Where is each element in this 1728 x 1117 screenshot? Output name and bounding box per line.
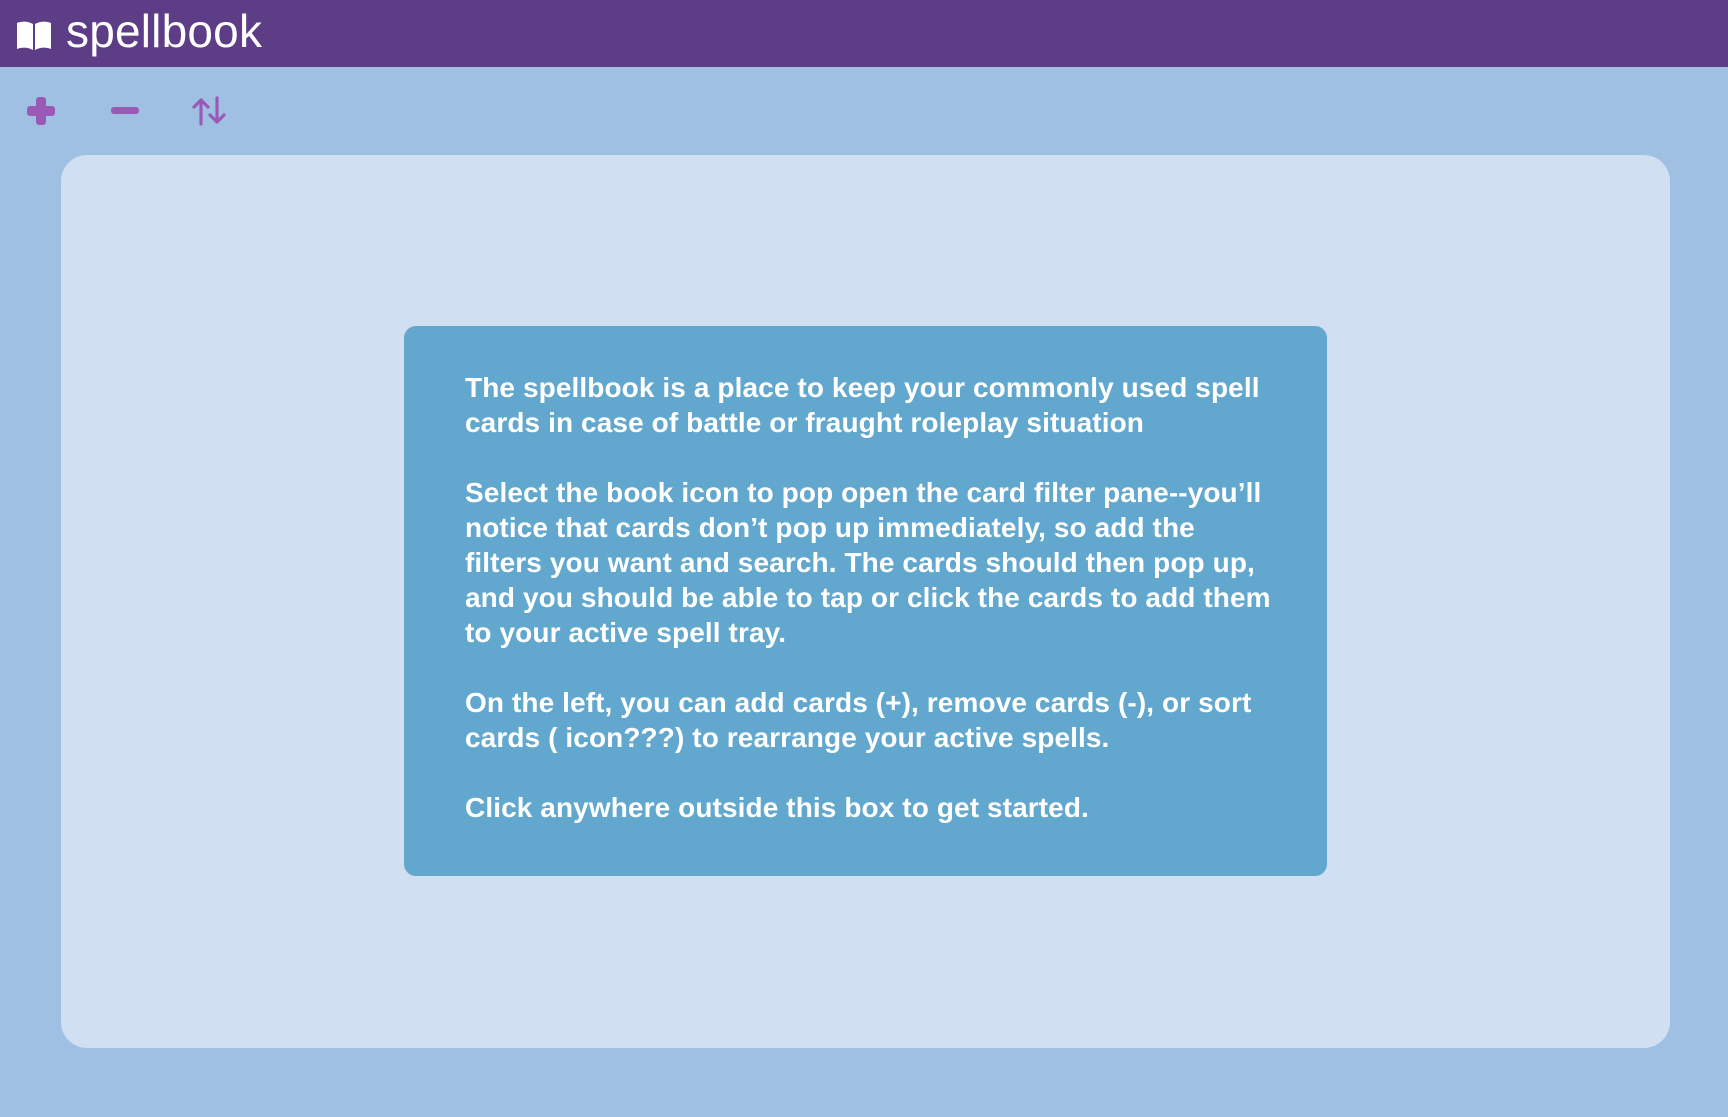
add-cards-button[interactable]: [17, 87, 65, 135]
sort-arrows-icon: [192, 96, 226, 126]
minus-icon: [111, 107, 139, 114]
sort-cards-button[interactable]: [185, 87, 233, 135]
plus-icon: [27, 97, 55, 125]
help-paragraph: On the left, you can add cards (+), remo…: [465, 687, 1252, 753]
help-paragraph: Select the book icon to pop open the car…: [465, 477, 1271, 648]
help-paragraph: Click anywhere outside this box to get s…: [465, 792, 1089, 823]
help-paragraph: The spellbook is a place to keep your co…: [465, 372, 1260, 438]
remove-cards-button[interactable]: [101, 87, 149, 135]
top-bar: spellbook: [0, 0, 1728, 67]
card-toolbar: [0, 67, 1728, 155]
app-title: spellbook: [66, 4, 263, 57]
help-dialog: The spellbook is a place to keep your co…: [404, 326, 1327, 876]
book-open-icon[interactable]: [16, 19, 52, 51]
app-root: spellbook The spellbook is a place to ke…: [0, 0, 1728, 1117]
